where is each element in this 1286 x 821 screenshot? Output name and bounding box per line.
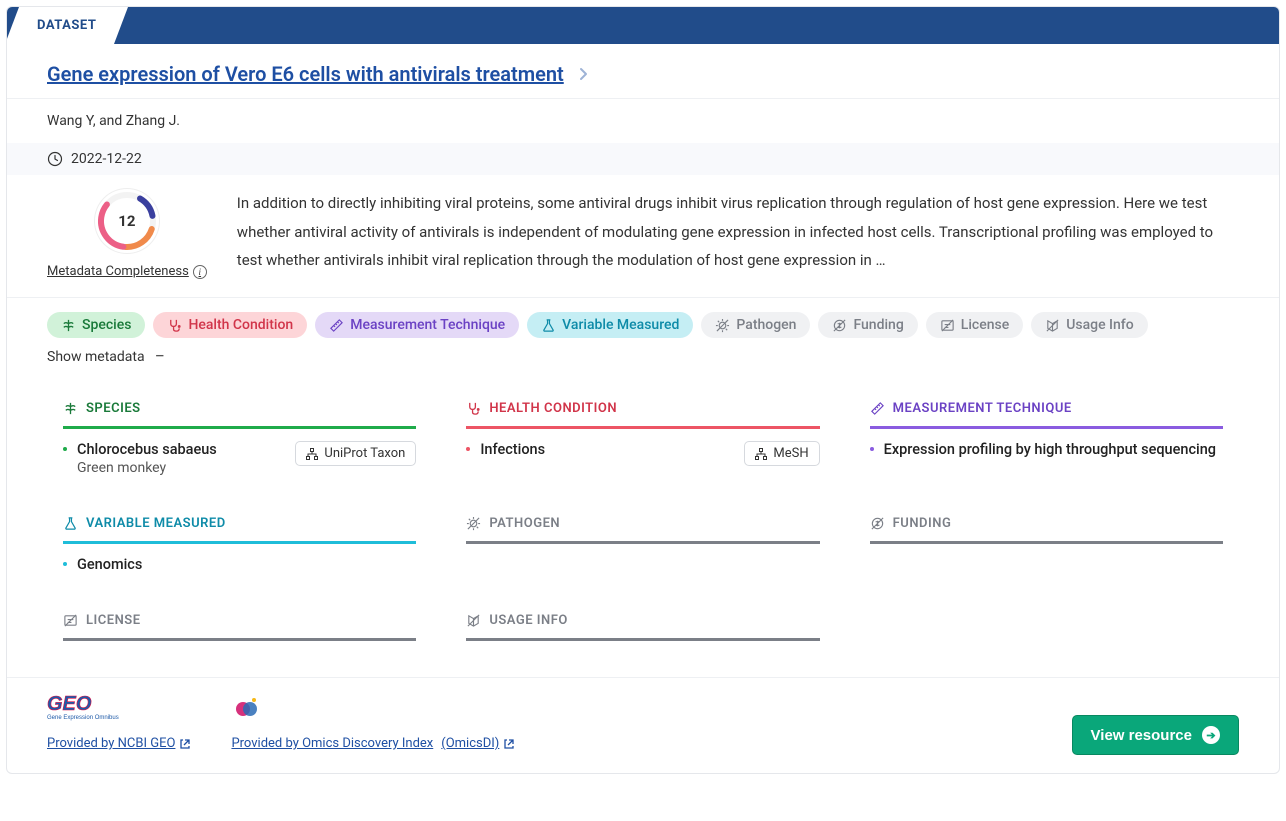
stethoscope-icon: [466, 401, 481, 416]
clock-icon: [47, 151, 63, 167]
svg-text:Gene Expression Omnibus: Gene Expression Omnibus: [47, 715, 119, 721]
dataset-card: DATASET Gene expression of Vero E6 cells…: [6, 6, 1280, 774]
banner-tab: DATASET: [19, 7, 114, 44]
flask-icon: [541, 318, 556, 333]
provider-geo: GEO Gene Expression Omnibus Provided by …: [47, 692, 191, 755]
pill-health[interactable]: Health Condition: [153, 312, 307, 338]
show-metadata-toggle[interactable]: Show metadata −: [47, 346, 165, 367]
ruler-icon: [870, 401, 885, 416]
flask-icon: [63, 516, 78, 531]
virus-icon: [715, 318, 730, 333]
hierarchy-icon: [306, 448, 318, 460]
license-icon: [63, 613, 78, 628]
section-pathogen: PATHOGEN: [466, 516, 819, 573]
section-variable: VARIABLE MEASURED Genomics: [63, 516, 416, 573]
date-text: 2022-12-22: [71, 151, 142, 167]
geo-logo: GEO Gene Expression Omnibus: [47, 692, 137, 722]
completeness-label[interactable]: Metadata Completeness i: [47, 264, 207, 279]
omicsdi-logo: [231, 692, 261, 722]
coin-icon: [870, 516, 885, 531]
section-usage: USAGE INFO: [466, 613, 819, 641]
completeness-value: 12: [118, 212, 135, 230]
external-link-icon: [179, 738, 191, 750]
measure-item: Expression profiling by high throughput …: [884, 441, 1216, 458]
banner-label: DATASET: [19, 7, 114, 44]
species-icon: [61, 318, 76, 333]
tag-uniprot[interactable]: UniProt Taxon: [295, 441, 416, 466]
svg-text:GEO: GEO: [47, 693, 92, 715]
pill-pathogen[interactable]: Pathogen: [701, 312, 810, 338]
license-icon: [940, 318, 955, 333]
species-common: Green monkey: [77, 460, 279, 476]
minus-icon: −: [155, 346, 165, 367]
usage-icon: [466, 613, 481, 628]
pill-species[interactable]: Species: [47, 312, 145, 338]
description: In addition to directly inhibiting viral…: [237, 189, 1239, 279]
metadata-grid: SPECIES Chlorocebus sabaeus Green monkey…: [7, 381, 1279, 677]
provider-geo-link[interactable]: Provided by NCBI GEO: [47, 732, 191, 755]
authors: Wang Y, and Zhang J.: [7, 99, 1279, 143]
section-funding: FUNDING: [870, 516, 1223, 573]
variable-item: Genomics: [77, 556, 142, 573]
external-link-icon: [503, 738, 515, 750]
section-health: HEALTH CONDITION Infections MeSH: [466, 401, 819, 476]
view-resource-button[interactable]: View resource ➔: [1072, 715, 1239, 755]
footer: GEO Gene Expression Omnibus Provided by …: [7, 677, 1279, 773]
virus-icon: [466, 516, 481, 531]
arrow-right-icon: ➔: [1202, 726, 1220, 744]
pill-variable[interactable]: Variable Measured: [527, 312, 693, 338]
pills-row: Species Health Condition Measurement Tec…: [7, 298, 1279, 381]
title-row: Gene expression of Vero E6 cells with an…: [7, 44, 1279, 99]
pill-usage[interactable]: Usage Info: [1031, 312, 1147, 338]
info-icon: i: [193, 265, 207, 279]
tag-mesh[interactable]: MeSH: [744, 441, 819, 466]
section-measure: MEASUREMENT TECHNIQUE Expression profili…: [870, 401, 1223, 476]
ruler-icon: [329, 318, 344, 333]
hierarchy-icon: [755, 448, 767, 460]
species-name: Chlorocebus sabaeus: [77, 441, 217, 458]
pill-license[interactable]: License: [926, 312, 1023, 338]
body-row: 12 Metadata Completeness i In addition t…: [7, 175, 1279, 298]
pill-measure[interactable]: Measurement Technique: [315, 312, 519, 338]
completeness-ring[interactable]: 12: [95, 189, 159, 253]
chevron-right-icon: [579, 67, 589, 85]
coin-icon: [832, 318, 847, 333]
provider-omicsdi-link[interactable]: Provided by Omics Discovery Index (Omics…: [231, 732, 515, 755]
health-item: Infections: [480, 441, 545, 458]
usage-icon: [1045, 318, 1060, 333]
section-license: LICENSE: [63, 613, 416, 641]
pill-funding[interactable]: Funding: [818, 312, 917, 338]
date-row: 2022-12-22: [7, 143, 1279, 175]
banner: DATASET: [7, 7, 1279, 44]
provider-omicsdi: Provided by Omics Discovery Index (Omics…: [231, 692, 515, 755]
species-icon: [63, 401, 78, 416]
stethoscope-icon: [167, 318, 182, 333]
completeness-column: 12 Metadata Completeness i: [47, 189, 207, 279]
title-link[interactable]: Gene expression of Vero E6 cells with an…: [47, 62, 564, 86]
section-species: SPECIES Chlorocebus sabaeus Green monkey…: [63, 401, 416, 476]
